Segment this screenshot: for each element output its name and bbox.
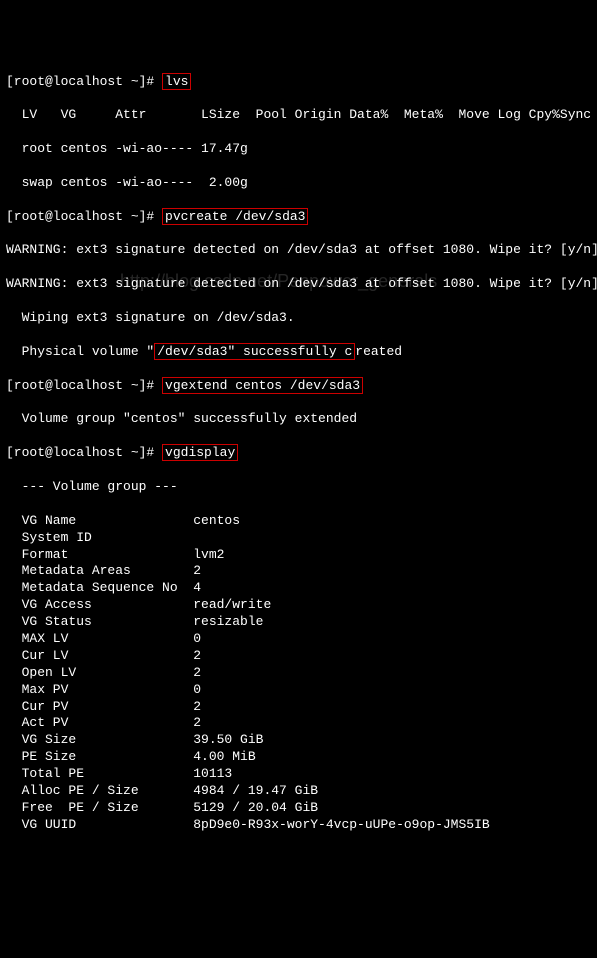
pv-mid: /dev/sda3" successfully c bbox=[154, 343, 355, 360]
prompt: [root@localhost ~]# bbox=[6, 445, 154, 460]
line-cmd-vgextend: [root@localhost ~]# vgextend centos /dev… bbox=[6, 378, 591, 395]
vg-field: VG Size 39.50 GiB bbox=[6, 732, 591, 749]
vg-field: VG Status resizable bbox=[6, 614, 591, 631]
pv-pre: Physical volume " bbox=[6, 344, 154, 359]
prompt: [root@localhost ~]# bbox=[6, 74, 154, 89]
wipe-line: Wiping ext3 signature on /dev/sda3. bbox=[6, 310, 591, 327]
vg-field: Metadata Sequence No 4 bbox=[6, 580, 591, 597]
vg-title: --- Volume group --- bbox=[6, 479, 591, 496]
lvs-header: LV VG Attr LSize Pool Origin Data% Meta%… bbox=[6, 107, 591, 124]
vgextend-ok: Volume group "centos" successfully exten… bbox=[6, 411, 591, 428]
vg-fields: VG Name centos System ID Format lvm2 Met… bbox=[6, 513, 591, 834]
line-cmd-vgdisplay: [root@localhost ~]# vgdisplay bbox=[6, 445, 591, 462]
vg-field: Cur PV 2 bbox=[6, 699, 591, 716]
prompt: [root@localhost ~]# bbox=[6, 378, 154, 393]
line-cmd-lvs: [root@localhost ~]# lvs bbox=[6, 74, 591, 91]
cmd-lvs: lvs bbox=[162, 73, 191, 90]
vg-field: Cur LV 2 bbox=[6, 648, 591, 665]
cmd-vgextend: vgextend centos /dev/sda3 bbox=[162, 377, 363, 394]
warning-line-2: WARNING: ext3 signature detected on /dev… bbox=[6, 276, 591, 293]
vg-field: Max PV 0 bbox=[6, 682, 591, 699]
pv-created-line: Physical volume "/dev/sda3" successfully… bbox=[6, 344, 591, 361]
vg-field: VG Name centos bbox=[6, 513, 591, 530]
vg-field: Metadata Areas 2 bbox=[6, 563, 591, 580]
lvs-row-swap: swap centos -wi-ao---- 2.00g bbox=[6, 175, 591, 192]
vg-field: Total PE 10113 bbox=[6, 766, 591, 783]
lvs-row-root: root centos -wi-ao---- 17.47g bbox=[6, 141, 591, 158]
vg-field: Open LV 2 bbox=[6, 665, 591, 682]
prompt: [root@localhost ~]# bbox=[6, 209, 154, 224]
cmd-pvcreate: pvcreate /dev/sda3 bbox=[162, 208, 308, 225]
vg-field: Alloc PE / Size 4984 / 19.47 GiB bbox=[6, 783, 591, 800]
vg-field: Act PV 2 bbox=[6, 715, 591, 732]
line-cmd-pvcreate: [root@localhost ~]# pvcreate /dev/sda3 bbox=[6, 209, 591, 226]
pv-post: reated bbox=[355, 344, 402, 359]
vg-field: MAX LV 0 bbox=[6, 631, 591, 648]
vg-field: Free PE / Size 5129 / 20.04 GiB bbox=[6, 800, 591, 817]
vg-field: VG UUID 8pD9e0-R93x-worY-4vcp-uUPe-o9op-… bbox=[6, 817, 591, 834]
vg-field: System ID bbox=[6, 530, 591, 547]
warning-line-1: WARNING: ext3 signature detected on /dev… bbox=[6, 242, 591, 259]
vg-field: PE Size 4.00 MiB bbox=[6, 749, 591, 766]
cmd-vgdisplay: vgdisplay bbox=[162, 444, 238, 461]
vg-field: Format lvm2 bbox=[6, 547, 591, 564]
vg-field: VG Access read/write bbox=[6, 597, 591, 614]
